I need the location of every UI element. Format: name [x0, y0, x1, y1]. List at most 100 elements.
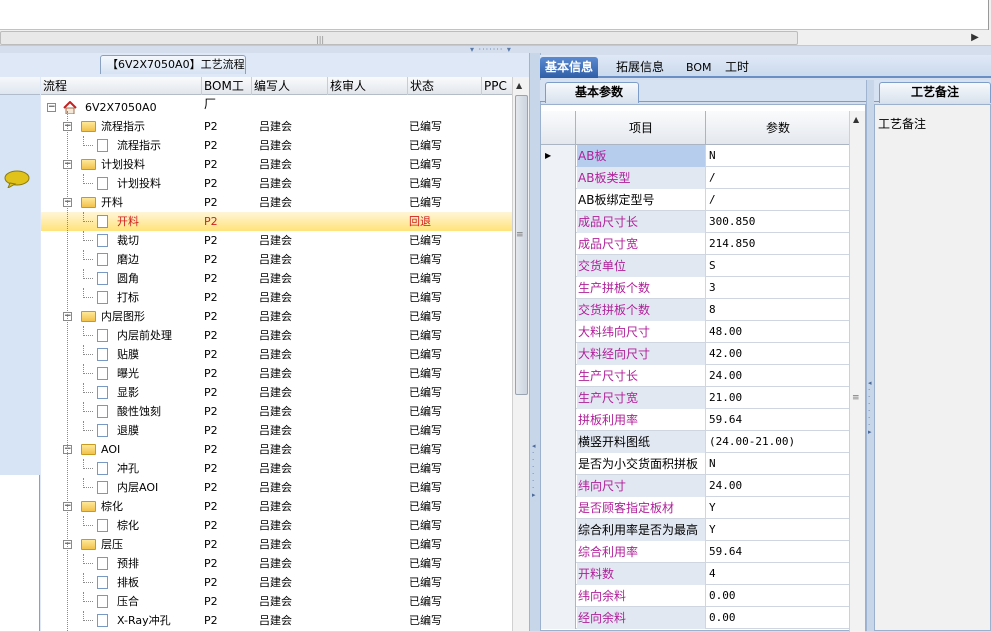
param-value[interactable]: Y	[707, 519, 849, 541]
param-value[interactable]: /	[707, 189, 849, 211]
param-row[interactable]: 纬向尺寸 24.00	[541, 475, 849, 497]
param-row[interactable]: ▶ AB板 N	[541, 145, 849, 167]
column-header-bom[interactable]: BOM工厂	[202, 77, 252, 111]
tab-basic-params[interactable]: 基本参数	[545, 82, 639, 103]
param-value[interactable]: 21.00	[707, 387, 849, 409]
column-header-ppc[interactable]: PPC	[482, 77, 512, 95]
param-row[interactable]: 生产尺寸宽 21.00	[541, 387, 849, 409]
param-value[interactable]: 300.850	[707, 211, 849, 233]
tree-row[interactable]: 裁切 P2 吕建会 已编写	[41, 231, 512, 250]
param-value[interactable]: /	[707, 167, 849, 189]
row-indicator[interactable]	[541, 585, 576, 607]
param-value[interactable]: 42.00	[707, 343, 849, 365]
tree-row[interactable]: − 棕化 P2 吕建会 已编写	[41, 497, 512, 516]
param-row[interactable]: 纬向余料 0.00	[541, 585, 849, 607]
param-row[interactable]: 大料经向尺寸 42.00	[541, 343, 849, 365]
tab-basic-info[interactable]: 基本信息	[540, 57, 599, 78]
row-indicator[interactable]	[541, 387, 576, 409]
process-notes-panel[interactable]: 工艺备注	[874, 104, 991, 631]
select-all-corner[interactable]	[541, 111, 576, 145]
param-value[interactable]: 0.00	[707, 585, 849, 607]
tree-row[interactable]: 曝光 P2 吕建会 已编写	[41, 364, 512, 383]
param-value[interactable]: (24.00-21.00)	[707, 431, 849, 453]
tree-row[interactable]: − 计划投料 P2 吕建会 已编写	[41, 155, 512, 174]
tab-process-notes[interactable]: 工艺备注	[879, 82, 991, 103]
param-row[interactable]: 交货单位 S	[541, 255, 849, 277]
tree-row[interactable]: − AOI P2 吕建会 已编写	[41, 440, 512, 459]
row-indicator[interactable]	[541, 519, 576, 541]
row-indicator[interactable]	[541, 475, 576, 497]
tree-row[interactable]: 退膜 P2 吕建会 已编写	[41, 421, 512, 440]
param-row[interactable]: 拼板利用率 59.64	[541, 409, 849, 431]
column-header-item[interactable]: 项目	[577, 111, 706, 145]
param-value[interactable]: 0.00	[707, 607, 849, 629]
row-indicator[interactable]	[541, 343, 576, 365]
row-indicator[interactable]	[541, 607, 576, 629]
tree-row[interactable]: X-Ray冲孔 P2 吕建会 已编写	[41, 611, 512, 630]
param-value[interactable]: 59.64	[707, 541, 849, 563]
process-flow-tab[interactable]: 【6V2X7050A0】工艺流程	[100, 55, 246, 74]
scrollbar-thumb[interactable]	[515, 95, 528, 395]
row-indicator[interactable]	[541, 409, 576, 431]
param-value[interactable]: 3	[707, 277, 849, 299]
tree-row[interactable]: 显影 P2 吕建会 已编写	[41, 383, 512, 402]
tree-row[interactable]: 冲孔 P2 吕建会 已编写	[41, 459, 512, 478]
tree-row[interactable]: 开料 P2 回退	[41, 212, 512, 231]
param-value[interactable]: 24.00	[707, 475, 849, 497]
param-row[interactable]: 大料纬向尺寸 48.00	[541, 321, 849, 343]
row-indicator[interactable]	[541, 365, 576, 387]
row-indicator[interactable]	[541, 299, 576, 321]
scroll-up-arrow-icon[interactable]: ▲	[516, 81, 522, 90]
param-row[interactable]: 生产拼板个数 3	[541, 277, 849, 299]
param-value[interactable]: 59.64	[707, 409, 849, 431]
row-indicator[interactable]: ▶	[541, 145, 576, 167]
column-header-status[interactable]: 状态	[408, 77, 482, 95]
row-indicator[interactable]	[541, 321, 576, 343]
param-row[interactable]: 是否顾客指定板材 Y	[541, 497, 849, 519]
row-indicator[interactable]	[541, 431, 576, 453]
param-row[interactable]: AB板类型 /	[541, 167, 849, 189]
tree-row[interactable]: 流程指示 P2 吕建会 已编写	[41, 136, 512, 155]
row-indicator[interactable]	[541, 167, 576, 189]
tree-row[interactable]: 圆角 P2 吕建会 已编写	[41, 269, 512, 288]
tree-row[interactable]: − 开料 P2 吕建会 已编写	[41, 193, 512, 212]
scroll-up-arrow-icon[interactable]: ▲	[853, 115, 859, 124]
param-value[interactable]: 4	[707, 563, 849, 585]
scroll-right-arrow-icon[interactable]: ▶	[968, 32, 982, 44]
tab-bom[interactable]: BOM	[681, 57, 717, 78]
row-indicator[interactable]	[541, 453, 576, 475]
tab-man-hours[interactable]: 工时	[720, 57, 754, 78]
tab-extended-info[interactable]: 拓展信息	[611, 57, 669, 78]
params-vertical-scrollbar[interactable]: ▲ ≡	[849, 111, 865, 632]
param-value[interactable]: N	[707, 145, 849, 167]
column-header-param[interactable]: 参数	[707, 111, 849, 145]
chat-bubble-icon[interactable]	[4, 170, 30, 188]
row-indicator[interactable]	[541, 189, 576, 211]
tree-row[interactable]: 压合 P2 吕建会 已编写	[41, 592, 512, 611]
tree-row[interactable]: 磨边 P2 吕建会 已编写	[41, 250, 512, 269]
param-row[interactable]: 经向余料 0.00	[541, 607, 849, 629]
param-value[interactable]: 214.850	[707, 233, 849, 255]
tree-row[interactable]: 计划投料 P2 吕建会 已编写	[41, 174, 512, 193]
param-row[interactable]: 生产尺寸长 24.00	[541, 365, 849, 387]
panel-splitter[interactable]: ◂ · · · · · · ▸	[866, 80, 874, 631]
row-indicator[interactable]	[541, 563, 576, 585]
tree-row[interactable]: − 层压 P2 吕建会 已编写	[41, 535, 512, 554]
tree-root-row[interactable]: − 6V2X7050A0	[41, 98, 512, 117]
param-value[interactable]: N	[707, 453, 849, 475]
tree-row[interactable]: − 内层图形 P2 吕建会 已编写	[41, 307, 512, 326]
param-row[interactable]: 综合利用率是否为最高 Y	[541, 519, 849, 541]
tree-row[interactable]: 酸性蚀刻 P2 吕建会 已编写	[41, 402, 512, 421]
tree-row[interactable]: 预排 P2 吕建会 已编写	[41, 554, 512, 573]
tree-row[interactable]: 内层前处理 P2 吕建会 已编写	[41, 326, 512, 345]
tree-row[interactable]: 内层AOI P2 吕建会 已编写	[41, 478, 512, 497]
column-header-writer[interactable]: 编写人	[252, 77, 328, 95]
param-row[interactable]: 综合利用率 59.64	[541, 541, 849, 563]
param-value[interactable]: 8	[707, 299, 849, 321]
param-row[interactable]: 成品尺寸长 300.850	[541, 211, 849, 233]
tree-row[interactable]: 贴膜 P2 吕建会 已编写	[41, 345, 512, 364]
horizontal-scrollbar[interactable]: ||| ▶	[0, 30, 991, 46]
row-indicator[interactable]	[541, 497, 576, 519]
column-header-reviewer[interactable]: 核审人	[328, 77, 408, 95]
tree-row[interactable]: 棕化 P2 吕建会 已编写	[41, 516, 512, 535]
